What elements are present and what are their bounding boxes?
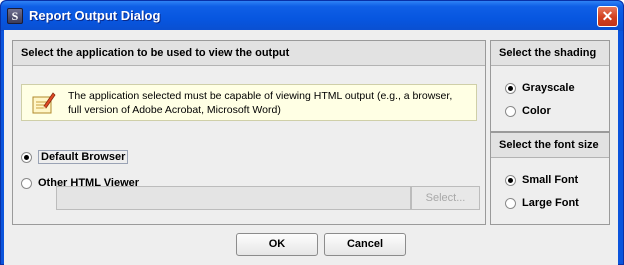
font-size-panel-header: Select the font size <box>491 133 609 158</box>
large-font-label: Large Font <box>522 197 579 209</box>
grayscale-option[interactable]: Grayscale <box>505 82 575 94</box>
default-browser-option[interactable]: Default Browser <box>21 150 129 164</box>
large-font-radio[interactable] <box>505 197 516 209</box>
application-panel-header: Select the application to be used to vie… <box>13 41 485 66</box>
color-option[interactable]: Color <box>505 105 551 117</box>
select-viewer-button: Select... <box>411 186 480 210</box>
color-radio[interactable] <box>505 105 516 117</box>
app-logo-icon: S <box>7 8 23 24</box>
info-text: The application selected must be capable… <box>68 90 453 116</box>
large-font-option[interactable]: Large Font <box>505 197 579 209</box>
shading-panel: Select the shading Grayscale Color <box>490 40 610 132</box>
grayscale-radio[interactable] <box>505 82 516 94</box>
title-bar[interactable]: S Report Output Dialog ✕ <box>1 1 623 31</box>
grayscale-label: Grayscale <box>522 82 575 94</box>
small-font-option[interactable]: Small Font <box>505 174 578 186</box>
small-font-radio[interactable] <box>505 174 516 186</box>
window-title: Report Output Dialog <box>29 8 161 23</box>
viewer-path-input <box>56 186 411 210</box>
color-label: Color <box>522 105 551 117</box>
close-button[interactable]: ✕ <box>597 6 618 27</box>
default-browser-radio[interactable] <box>21 151 32 163</box>
info-note: The application selected must be capable… <box>21 84 477 121</box>
other-viewer-radio[interactable] <box>21 177 32 189</box>
dialog-body: Select the application to be used to vie… <box>4 30 618 265</box>
ok-button[interactable]: OK <box>236 233 318 256</box>
cancel-button[interactable]: Cancel <box>324 233 406 256</box>
note-pencil-icon <box>32 92 56 114</box>
small-font-label: Small Font <box>522 174 579 186</box>
shading-panel-header: Select the shading <box>491 41 609 66</box>
font-size-panel: Select the font size Small Font Large Fo… <box>490 132 610 225</box>
default-browser-label: Default Browser <box>38 150 129 164</box>
